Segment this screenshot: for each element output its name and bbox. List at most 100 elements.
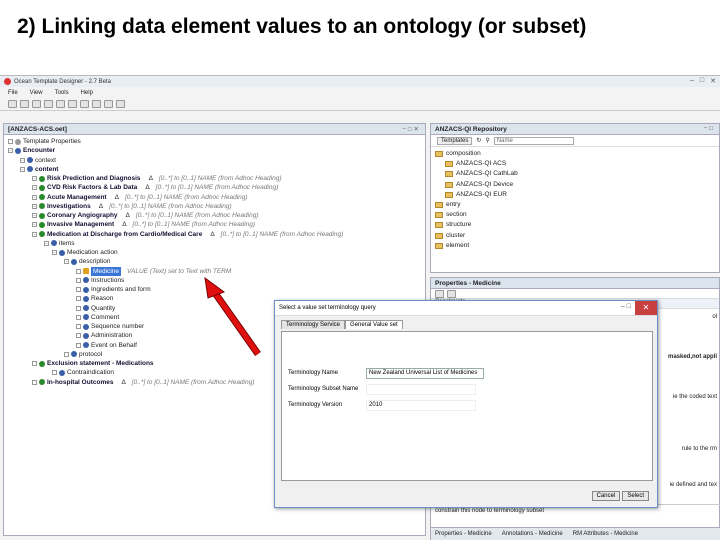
panel-controls[interactable]: − □ [703,125,713,132]
terminology-name-field[interactable]: New Zealand Universal List of Medicines [366,368,484,379]
repository-item[interactable]: cluster [435,231,465,241]
tree-node[interactable]: Instructions [76,276,124,285]
tab-general-value-set[interactable]: General Value set [345,320,403,329]
expand-toggle-icon[interactable]: − [8,148,13,154]
expand-toggle-icon[interactable] [76,342,81,348]
tree-node[interactable]: − Medication action [52,248,118,257]
save-all-icon[interactable] [44,100,53,108]
repository-item[interactable]: ANZACS-QI CathLab [445,169,518,179]
expand-toggle-icon[interactable] [32,379,37,385]
minimize-icon[interactable]: – [690,77,694,85]
tree-node[interactable]: Comment [76,313,119,322]
tree-node[interactable]: − CVD Risk Factors & Lab Data Δ [0..*] to [… [32,183,278,192]
sort-icon[interactable] [435,290,444,298]
tree-node[interactable]: Event on Behalf [76,341,137,350]
tree-node[interactable]: Contraindication [52,368,114,377]
expand-toggle-icon[interactable]: − [20,166,25,172]
tab-terminology-service[interactable]: Terminology Service [281,320,346,329]
tree-node[interactable]: Quantity [76,304,115,313]
tree-node[interactable]: − Investigations Δ [0..*] to [0..1] NAME (f… [32,202,232,211]
expand-toggle-icon[interactable] [76,305,81,311]
tree-node[interactable]: In-hospital Outcomes Δ [0..*] to [0..1] NA… [32,378,254,387]
tree-node[interactable]: − Acute Management Δ [0..*] to [0..1] NAME … [32,193,248,202]
undo-icon[interactable] [92,100,101,108]
maximize-icon[interactable]: □ [700,77,704,85]
select-button[interactable]: Select [622,491,649,501]
menu-file[interactable]: File [8,90,18,96]
dialog-close-icon[interactable]: ✕ [635,301,657,315]
paste-icon[interactable] [80,100,89,108]
redo-icon[interactable] [104,100,113,108]
properties-tab[interactable]: Properties - Medicine [431,278,719,289]
panel-controls[interactable]: − □ ✕ [402,125,419,133]
terminology-subset-field[interactable] [366,384,476,395]
repository-item[interactable]: composition [435,149,481,159]
expand-toggle-icon[interactable]: − [32,231,37,237]
tab-properties[interactable]: Properties - Medicine [435,531,492,537]
refresh-icon[interactable]: ↻ [476,137,481,144]
menu-view[interactable]: View [30,90,43,96]
tree-node[interactable]: protocol [64,350,102,359]
tree-node[interactable]: Medicine VALUE (Text) set to Text with TE… [76,266,231,276]
tree-node[interactable]: − content [20,165,58,174]
expand-toggle-icon[interactable] [76,314,81,320]
tree-node[interactable]: Reason [76,294,113,303]
expand-toggle-icon[interactable]: − [32,222,37,228]
repository-item[interactable]: ANZACS-QI EUR [445,190,507,200]
cut-icon[interactable] [56,100,65,108]
expand-toggle-icon[interactable] [8,139,13,144]
tab-rm-attributes[interactable]: RM Attributes - Medicine [573,531,638,537]
tree-node[interactable]: − context [20,156,56,165]
tree-node[interactable]: Sequence number [76,322,144,331]
expand-toggle-icon[interactable]: − [44,240,49,246]
tree-node[interactable]: Administration [76,331,132,340]
tree-node[interactable]: − Invasive Management Δ [0..*] to [0..1] NA… [32,220,255,229]
templates-dropdown[interactable]: Templates [437,136,473,145]
repository-item[interactable]: ANZACS-QI ACS [445,159,506,169]
repository-item[interactable]: ANZACS-QI Device [445,180,513,190]
tree-node[interactable]: − Medication at Discharge from Cardio/Med… [32,230,343,239]
open-icon[interactable] [20,100,29,108]
expand-toggle-icon[interactable]: − [64,259,69,265]
tree-node[interactable]: Ingredients and form [76,285,151,294]
repository-tab[interactable]: ANZACS-QI Repository − □ [431,124,719,135]
expand-toggle-icon[interactable]: − [32,213,37,218]
menu-tools[interactable]: Tools [55,90,69,96]
expand-toggle-icon[interactable] [76,324,81,329]
search-input[interactable]: Name [493,136,574,145]
expand-toggle-icon[interactable]: − [20,157,25,163]
expand-toggle-icon[interactable]: − [52,250,57,255]
tree-node[interactable]: − Coronary Angiography Δ [0..*] to [0..1] N… [32,211,258,220]
expand-toggle-icon[interactable] [76,296,81,302]
copy-icon[interactable] [68,100,77,108]
editor-tab[interactable]: [ANZACS-ACS.oet] − □ ✕ [4,124,425,135]
tab-annotations[interactable]: Annotations - Medicine [502,531,563,537]
filter-icon[interactable] [447,290,456,298]
repository-item[interactable]: structure [435,220,471,230]
tree-node[interactable]: − Encounter [8,146,55,155]
preview-icon[interactable] [116,100,125,108]
repository-item[interactable]: entry [435,200,460,210]
save-icon[interactable] [32,100,41,108]
expand-toggle-icon[interactable]: − [32,194,37,200]
expand-toggle-icon[interactable] [76,268,81,274]
expand-toggle-icon[interactable] [76,277,81,283]
terminology-version-field[interactable]: 2010 [366,400,476,411]
close-icon[interactable]: ✕ [710,77,716,85]
expand-toggle-icon[interactable]: − [32,203,37,209]
expand-toggle-icon[interactable] [76,333,81,339]
tree-node[interactable]: − Risk Prediction and Diagnosis Δ [0..*] to… [32,174,282,183]
expand-toggle-icon[interactable] [64,351,69,357]
expand-toggle-icon[interactable] [52,370,57,376]
tree-node[interactable]: − description [64,257,110,266]
new-icon[interactable] [8,100,17,108]
tree-node[interactable]: Template Properties [8,137,81,146]
expand-toggle-icon[interactable] [76,287,81,292]
expand-toggle-icon[interactable]: − [32,176,37,181]
repository-item[interactable]: section [435,210,467,220]
repository-item[interactable]: element [435,241,469,251]
cancel-button[interactable]: Cancel [591,491,621,501]
expand-toggle-icon[interactable]: − [32,185,37,191]
tree-node[interactable]: − items [44,239,75,248]
menu-help[interactable]: Help [81,90,93,96]
